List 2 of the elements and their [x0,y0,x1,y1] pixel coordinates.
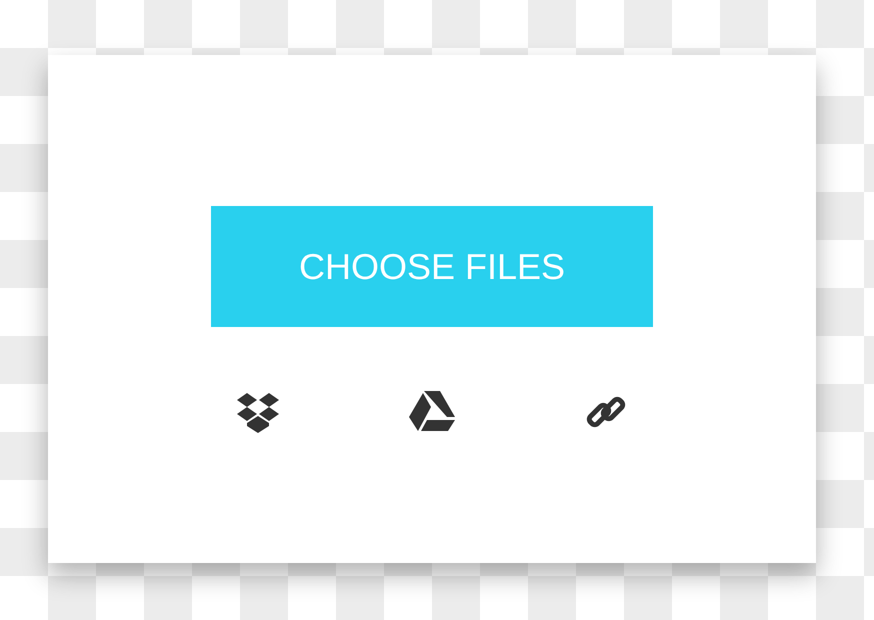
triangle-icon[interactable] [408,389,456,433]
choose-files-button[interactable]: CHOOSE FILES [211,206,653,327]
